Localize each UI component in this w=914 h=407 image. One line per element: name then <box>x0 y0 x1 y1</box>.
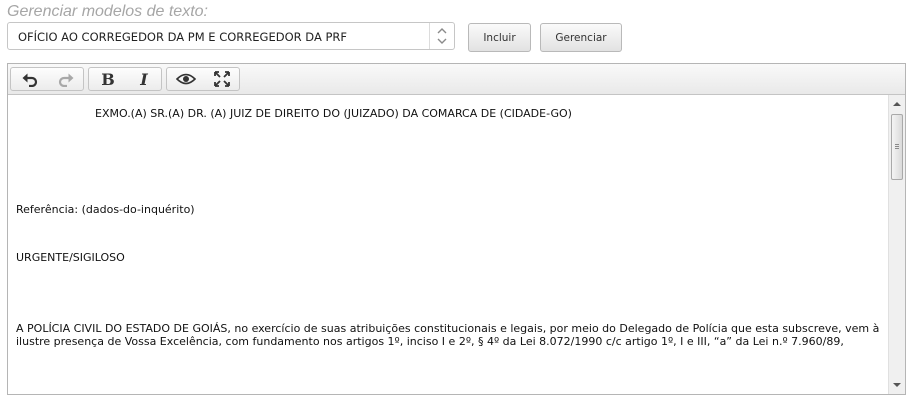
scroll-thumb[interactable] <box>891 114 903 180</box>
grip-line <box>895 148 899 149</box>
body-paragraph: A POLÍCIA CIVIL DO ESTADO DE GOIÁS, no e… <box>16 322 880 348</box>
history-group <box>10 67 84 91</box>
undo-icon[interactable] <box>12 68 48 90</box>
vertical-scrollbar[interactable] <box>888 95 905 394</box>
scroll-down-icon[interactable] <box>889 377 905 393</box>
italic-button[interactable]: I <box>126 68 162 90</box>
addressee-line: EXMO.(A) SR.(A) DR. (A) JUIZ DE DIREITO … <box>95 107 572 120</box>
grip-line <box>895 146 899 147</box>
model-select[interactable]: OFÍCIO AO CORREGEDOR DA PM E CORREGEDOR … <box>7 22 455 50</box>
section-title: Gerenciar modelos de texto: <box>7 3 208 20</box>
urgency-line: URGENTE/SIGILOSO <box>16 251 125 264</box>
include-button[interactable]: Incluir <box>468 23 531 52</box>
bold-button[interactable]: B <box>90 68 126 90</box>
editor-toolbar: B I <box>8 64 905 95</box>
grip-line <box>895 144 899 145</box>
model-select-value: OFÍCIO AO CORREGEDOR DA PM E CORREGEDOR … <box>18 30 348 44</box>
select-arrows-icon[interactable] <box>429 23 454 49</box>
eye-icon[interactable] <box>168 68 204 90</box>
view-group <box>166 67 240 91</box>
rich-text-editor: B I EXMO.(A) SR.(A) DR. (A) JUIZ DE DIRE… <box>7 63 906 395</box>
scroll-up-icon[interactable] <box>889 96 905 112</box>
reference-line: Referência: (dados-do-inquérito) <box>16 203 195 216</box>
text-model-manager: Gerenciar modelos de texto: OFÍCIO AO CO… <box>0 0 914 407</box>
document-content[interactable]: EXMO.(A) SR.(A) DR. (A) JUIZ DE DIREITO … <box>8 95 888 394</box>
redo-icon[interactable] <box>48 68 84 90</box>
manage-button[interactable]: Gerenciar <box>540 23 622 52</box>
fullscreen-icon[interactable] <box>204 68 240 90</box>
format-group: B I <box>88 67 162 91</box>
